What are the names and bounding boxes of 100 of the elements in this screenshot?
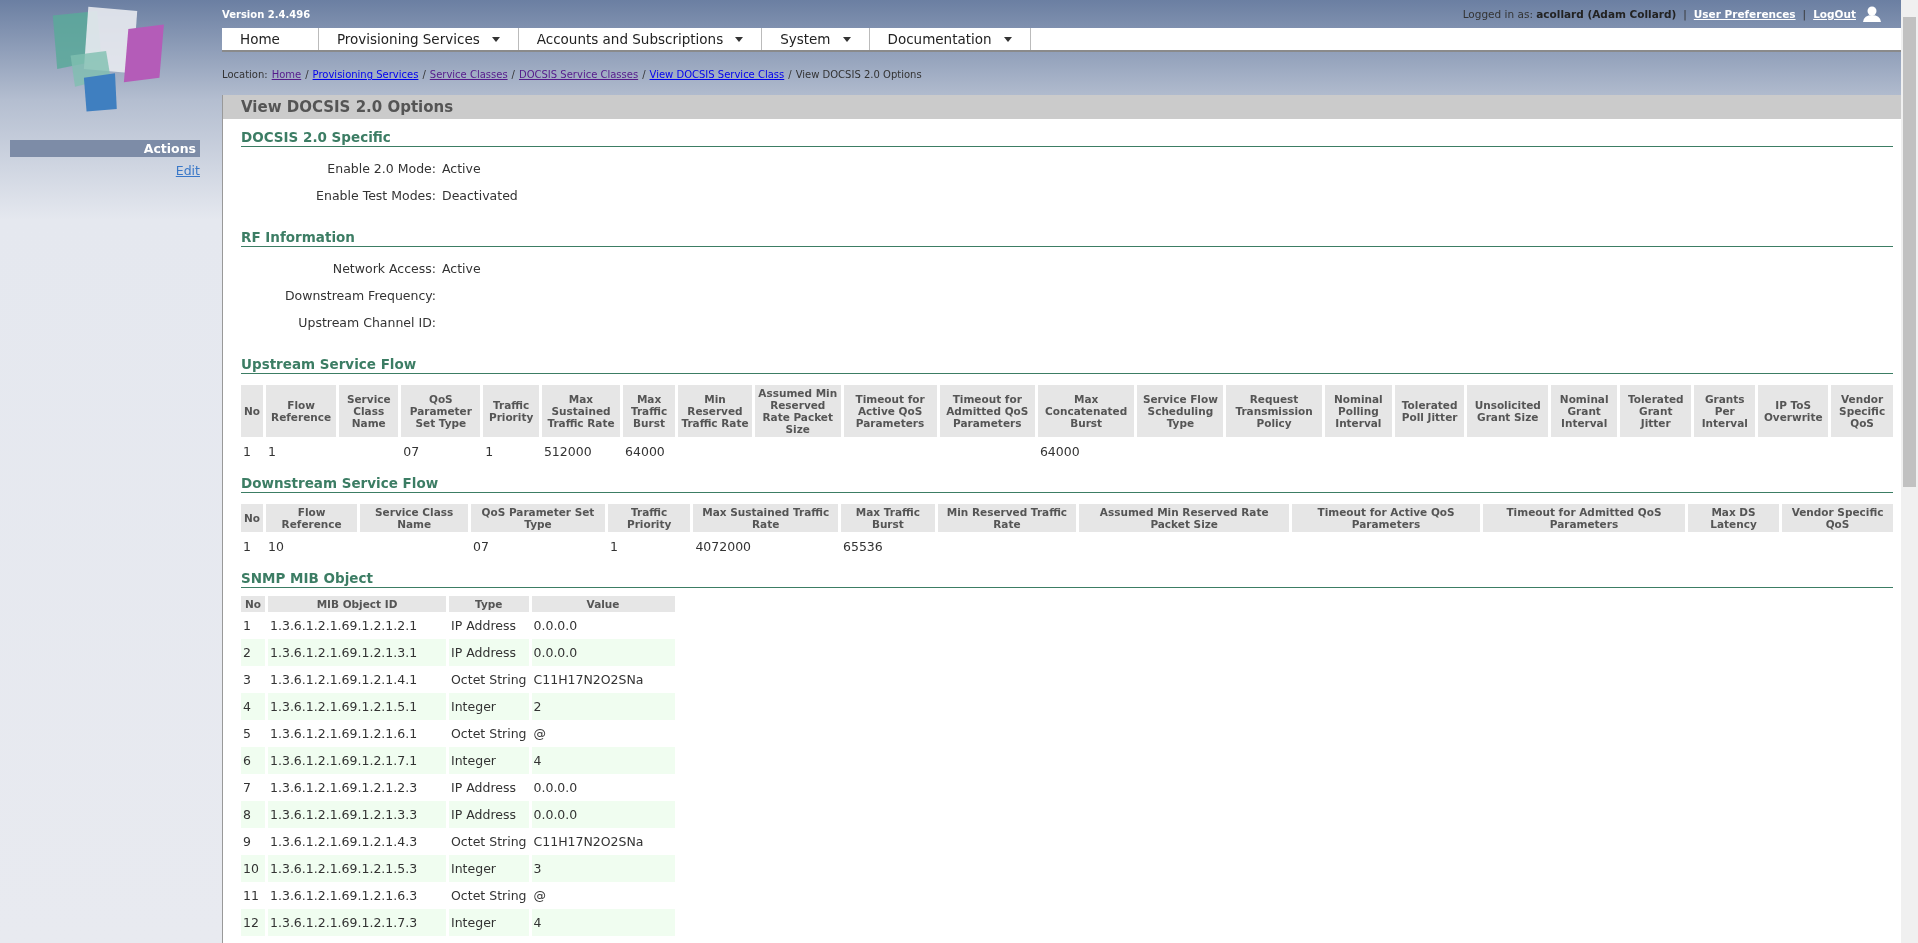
section-heading: Upstream Service Flow — [241, 354, 1893, 374]
table-cell: Integer — [451, 861, 496, 876]
table-cell: 65536 — [843, 539, 883, 554]
table-cell: @ — [533, 888, 546, 903]
page-title: View DOCSIS 2.0 Options — [223, 95, 1901, 119]
table-cell: 2 — [533, 699, 542, 714]
table-cell: 1.3.6.1.2.1.69.1.2.1.3.1 — [270, 645, 418, 660]
separator: | — [1802, 8, 1807, 20]
column-header: Max Traffic Burst — [623, 385, 675, 437]
table-cell: 5 — [243, 726, 251, 741]
column-header: Tolerated Poll Jitter — [1394, 385, 1465, 437]
separator: / — [642, 69, 646, 80]
column-header: Tolerated Grant Jitter — [1620, 385, 1692, 437]
table-cell: 3 — [533, 861, 542, 876]
section-heading: Downstream Service Flow — [241, 473, 1893, 493]
caret-icon — [1003, 36, 1012, 42]
column-header: No — [241, 596, 265, 612]
column-header: Flow Reference — [266, 504, 358, 532]
column-header: Max Sustained Traffic Rate — [693, 504, 838, 532]
column-header: Max Concatenated Burst — [1037, 385, 1135, 437]
user-link[interactable]: User Preferences — [1693, 8, 1796, 20]
actions-heading: Actions — [10, 140, 200, 157]
table-cell: 1.3.6.1.2.1.69.1.2.1.5.3 — [270, 861, 418, 876]
breadcrumb-link[interactable]: Home — [271, 69, 302, 80]
table-cell: 07 — [473, 539, 489, 554]
separator: / — [511, 69, 515, 80]
table-cell: 10 — [268, 539, 284, 554]
table-cell: 1.3.6.1.2.1.69.1.2.1.2.3 — [270, 780, 418, 795]
column-header: Traffic Priority — [483, 385, 539, 437]
field-label: Enable 2.0 Mode: — [327, 161, 436, 176]
nav-menu-item[interactable]: System — [762, 28, 870, 50]
table-cell: IP Address — [451, 618, 516, 633]
table-cell: 0.0.0.0 — [533, 780, 578, 795]
table-cell: 9 — [243, 834, 251, 849]
table-cell: 4 — [243, 699, 251, 714]
table-cell: 1.3.6.1.2.1.69.1.2.1.4.3 — [270, 834, 418, 849]
breadcrumb-link[interactable]: Service Classes — [429, 69, 508, 80]
column-header: Nominal Grant Interval — [1551, 385, 1618, 437]
column-header: Service Class Name — [339, 385, 399, 437]
table-cell: 0.0.0.0 — [533, 645, 578, 660]
column-header: Assumed Min Reserved Rate Packet Size — [754, 385, 841, 437]
column-header: Timeout for Active QoS Parameters — [843, 385, 937, 437]
column-header: Grants Per Interval — [1694, 385, 1756, 437]
table-cell: 1.3.6.1.2.1.69.1.2.1.7.3 — [270, 915, 418, 930]
scrollbar-thumb[interactable] — [1903, 17, 1916, 487]
table-cell: 4072000 — [695, 539, 752, 554]
column-header: Timeout for Active QoS Parameters — [1292, 504, 1480, 532]
nav-menu-item[interactable]: Accounts and Subscriptions — [518, 28, 763, 50]
table-cell: 1 — [243, 618, 251, 633]
table-cell: 1 — [243, 444, 251, 459]
column-header: Type — [449, 596, 529, 612]
table-cell: 1.3.6.1.2.1.69.1.2.1.6.1 — [270, 726, 418, 741]
table-cell: IP Address — [451, 645, 516, 660]
column-header: Unsolicited Grant Size — [1467, 385, 1549, 437]
table-cell: 8 — [243, 807, 251, 822]
table-cell: 512000 — [543, 444, 592, 459]
user-link[interactable]: LogOut — [1813, 8, 1856, 20]
table-cell: 1 — [268, 444, 276, 459]
table-cell: 64000 — [1039, 444, 1080, 459]
separator: / — [788, 69, 792, 80]
field-value: Deactivated — [442, 188, 518, 203]
column-header: QoS Parameter Set Type — [471, 504, 605, 532]
table-cell: IP Address — [451, 780, 516, 795]
column-header: Vendor Specific QoS — [1831, 385, 1893, 437]
breadcrumb-link[interactable]: Provisioning Services — [312, 69, 419, 80]
nav-menu-item[interactable]: Provisioning Services — [318, 28, 519, 50]
separator: / — [305, 69, 309, 80]
nav-menu-item[interactable]: Documentation — [869, 28, 1031, 50]
column-header: Service Class Name — [360, 504, 468, 532]
scrollbar[interactable] — [1901, 0, 1918, 943]
table-cell: 0.0.0.0 — [533, 618, 578, 633]
version-label: Version 2.4.496 — [222, 8, 311, 20]
column-header: Timeout for Admitted QoS Parameters — [939, 385, 1035, 437]
column-header: MIB Object ID — [268, 596, 446, 612]
table-cell: 12 — [243, 915, 259, 930]
table-cell: 1.3.6.1.2.1.69.1.2.1.6.3 — [270, 888, 418, 903]
table-cell: C11H17N2O2SNa — [533, 672, 644, 687]
table-cell: 7 — [243, 780, 251, 795]
field-value: Active — [442, 261, 481, 276]
table-cell: IP Address — [451, 807, 516, 822]
column-header: No — [241, 385, 263, 437]
edit-link[interactable]: Edit — [175, 163, 200, 178]
caret-icon — [842, 36, 851, 42]
breadcrumb-link[interactable]: View DOCSIS Service Class — [649, 69, 785, 80]
nav-menu-item[interactable]: Home — [222, 28, 319, 50]
table-cell: 4 — [533, 753, 542, 768]
column-header: Max Traffic Burst — [841, 504, 935, 532]
table-cell: Octet String — [451, 834, 527, 849]
separator: / — [422, 69, 426, 80]
table-cell: 6 — [243, 753, 251, 768]
column-header: Max Sustained Traffic Rate — [541, 385, 621, 437]
column-header: No — [241, 504, 263, 532]
breadcrumb-link[interactable]: DOCSIS Service Classes — [518, 69, 639, 80]
column-header: Max DS Latency — [1688, 504, 1780, 532]
table-cell: 3 — [243, 672, 251, 687]
table-cell: 2 — [243, 645, 251, 660]
section-heading: DOCSIS 2.0 Specific — [241, 127, 1893, 147]
table-cell: 1 — [609, 539, 618, 554]
column-header: Traffic Priority — [607, 504, 691, 532]
table-cell: Integer — [451, 915, 496, 930]
